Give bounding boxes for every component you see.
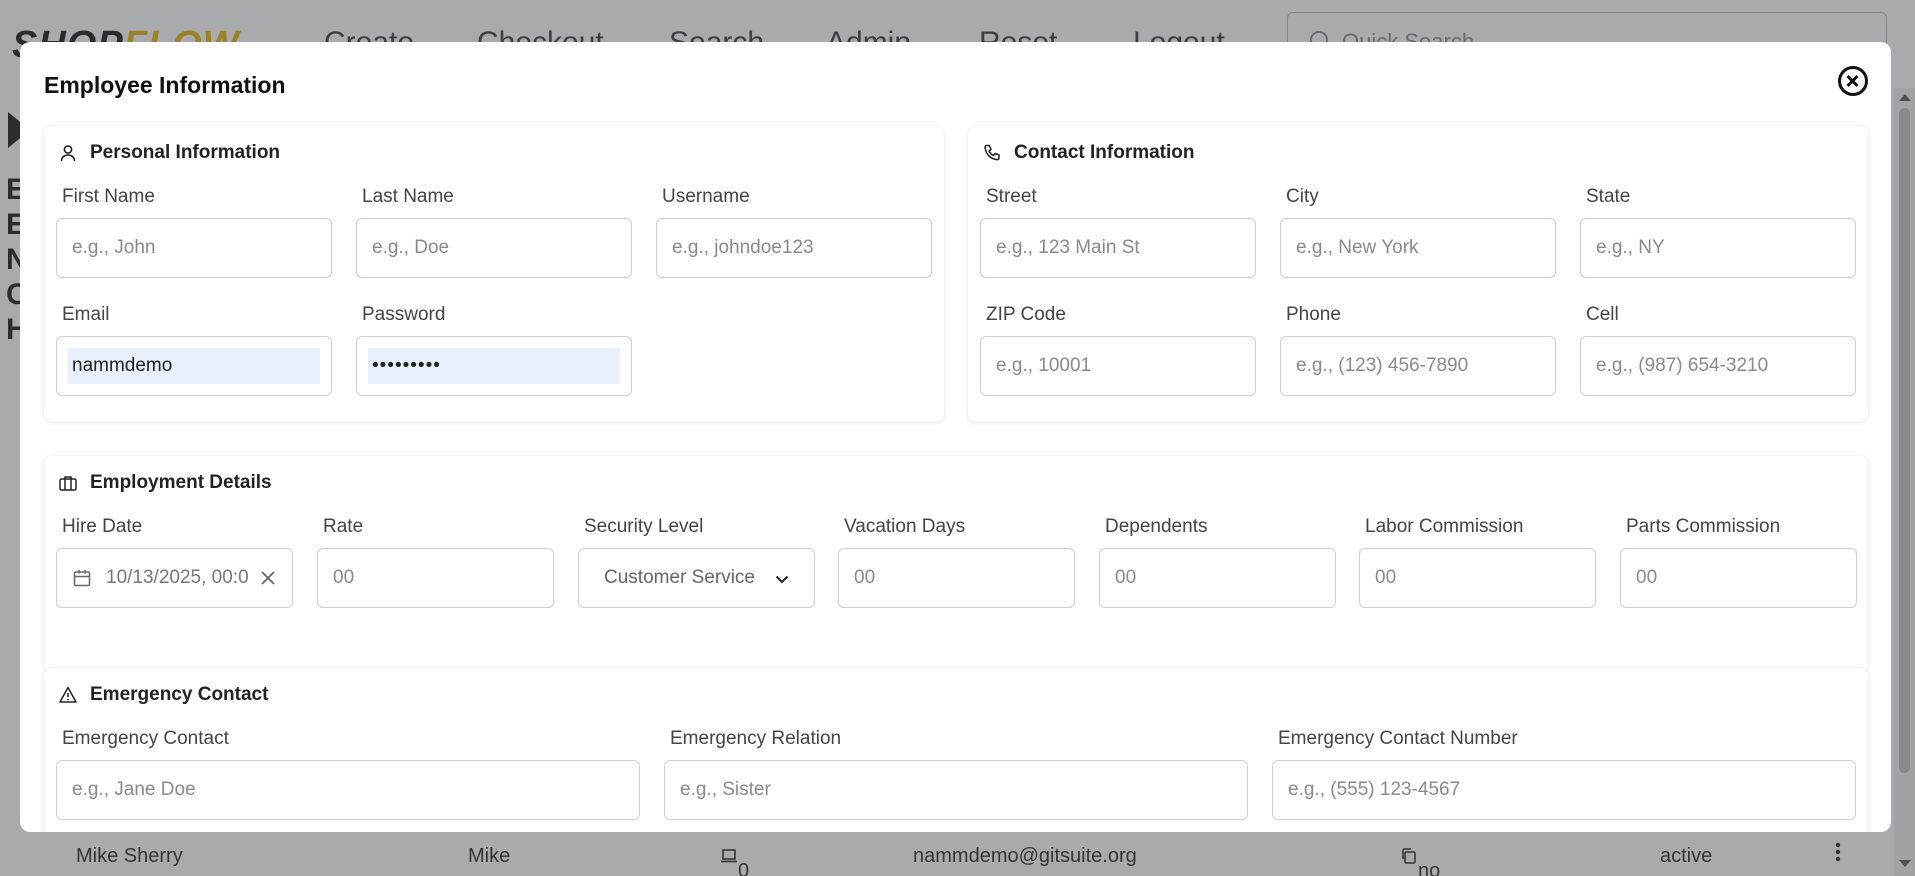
hire-date-input[interactable]: 10/13/2025, 00:00 [56,548,293,608]
emergency-contact-title: Emergency Contact [90,684,269,705]
last-name-label: Last Name [362,186,454,207]
labor-commission-label: Labor Commission [1365,516,1524,537]
street-field: Street [980,186,1256,278]
personal-info-card: Personal Information First Name Last Nam… [44,126,944,422]
email-input[interactable] [56,336,332,396]
last-name-input[interactable] [356,218,632,278]
state-label: State [1586,186,1631,207]
calendar-icon[interactable] [72,568,92,588]
emergency-contact-card: Emergency Contact Emergency Contact Emer… [44,668,1868,832]
cell-input[interactable] [1580,336,1856,396]
chevron-down-icon [775,575,789,584]
parts-commission-label: Parts Commission [1626,516,1781,537]
email-label: Email [62,304,110,325]
clear-icon[interactable] [258,568,278,588]
rate-field: Rate [317,516,554,608]
vacation-days-field: Vacation Days [838,516,1075,608]
vacation-days-label: Vacation Days [844,516,966,537]
user-icon [60,145,76,162]
phone-label: Phone [1286,304,1341,325]
security-level-label: Security Level [584,516,704,537]
employment-details-title: Employment Details [90,472,272,493]
city-field: City [1280,186,1556,278]
emergency-contact-field: Emergency Contact [56,728,640,820]
labor-commission-input[interactable] [1359,548,1596,608]
personal-info-title: Personal Information [90,142,281,163]
vacation-days-input[interactable] [838,548,1075,608]
state-field: State [1580,186,1856,278]
contact-info-card: Contact Information Street City State ZI… [968,126,1868,422]
dependents-label: Dependents [1105,516,1208,537]
dependents-field: Dependents [1099,516,1336,608]
alert-triangle-icon [59,686,77,703]
dependents-input[interactable] [1099,548,1336,608]
cell-field: Cell [1580,304,1856,396]
security-level-value: Customer Service [604,567,755,588]
zip-label: ZIP Code [986,304,1066,325]
emergency-number-label: Emergency Contact Number [1278,728,1518,749]
zip-field: ZIP Code [980,304,1256,396]
city-input[interactable] [1280,218,1556,278]
emergency-number-input[interactable] [1272,760,1856,820]
username-label: Username [662,186,750,207]
street-label: Street [986,186,1037,207]
street-input[interactable] [980,218,1256,278]
phone-field: Phone [1280,304,1556,396]
emergency-relation-field: Emergency Relation [664,728,1248,820]
labor-commission-field: Labor Commission [1359,516,1596,608]
briefcase-icon [59,476,77,491]
password-field: Password [356,304,632,396]
rate-label: Rate [323,516,364,537]
password-label: Password [362,304,446,325]
employment-details-card: Employment Details Hire Date 10/13/2025,… [44,456,1868,672]
username-input[interactable] [656,218,932,278]
emergency-contact-input[interactable] [56,760,640,820]
emergency-relation-input[interactable] [664,760,1248,820]
last-name-field: Last Name [356,186,632,278]
phone-input[interactable] [1280,336,1556,396]
rate-input[interactable] [317,548,554,608]
city-label: City [1286,186,1319,207]
hire-date-value: 10/13/2025, 00:00 [106,567,248,588]
phone-icon [984,144,1000,161]
modal-title: Employee Information [44,72,286,98]
security-level-field: Security Level Customer Service [578,516,815,608]
zip-input[interactable] [980,336,1256,396]
hire-date-label: Hire Date [62,516,143,537]
contact-info-title: Contact Information [1014,142,1195,163]
hire-date-field: Hire Date 10/13/2025, 00:00 [56,516,293,608]
state-input[interactable] [1580,218,1856,278]
emergency-relation-label: Emergency Relation [670,728,842,749]
emergency-number-field: Emergency Contact Number [1272,728,1856,820]
close-icon[interactable] [1838,66,1868,96]
emergency-contact-label: Emergency Contact [62,728,229,749]
first-name-field: First Name [56,186,332,278]
security-level-select[interactable]: Customer Service [578,548,815,608]
first-name-label: First Name [62,186,155,207]
parts-commission-input[interactable] [1620,548,1857,608]
password-input[interactable] [356,336,632,396]
first-name-input[interactable] [56,218,332,278]
employee-info-modal: Employee Information Personal Informatio… [20,42,1891,832]
username-field: Username [656,186,932,278]
cell-label: Cell [1586,304,1619,325]
email-field: Email [56,304,332,396]
parts-commission-field: Parts Commission [1620,516,1857,608]
